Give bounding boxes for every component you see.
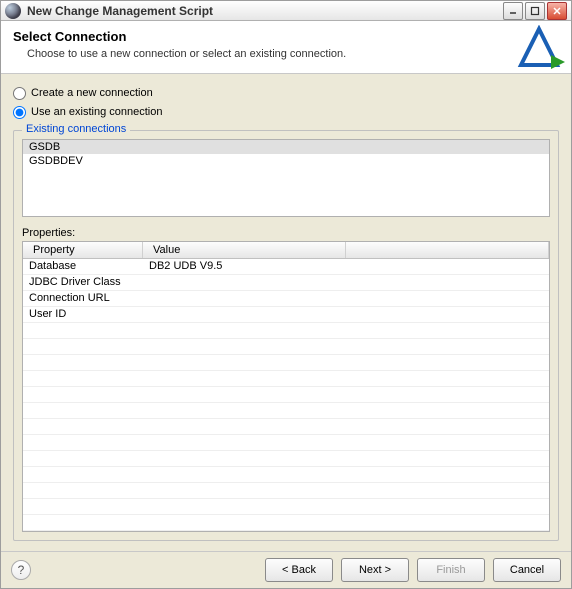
minimize-button[interactable]: [503, 2, 523, 20]
page-title: Select Connection: [13, 29, 346, 44]
radio-create-label: Create a new connection: [31, 87, 153, 99]
cell-property: Database: [23, 260, 143, 272]
table-row: [23, 451, 549, 467]
cell-property: Connection URL: [23, 292, 143, 304]
wizard-header: Select Connection Choose to use a new co…: [1, 21, 571, 74]
cell-value: DB2 UDB V9.5: [143, 260, 549, 272]
header-text: Select Connection Choose to use a new co…: [13, 29, 346, 60]
table-row: [23, 499, 549, 515]
table-header: Property Value: [23, 242, 549, 259]
properties-table: Property Value DatabaseDB2 UDB V9.5JDBC …: [22, 241, 550, 532]
list-item[interactable]: GSDB: [23, 140, 549, 154]
app-icon: [5, 3, 21, 19]
table-row: [23, 435, 549, 451]
connection-list[interactable]: GSDBGSDBDEV: [22, 139, 550, 217]
col-property[interactable]: Property: [23, 242, 143, 258]
existing-connections-group: Existing connections GSDBGSDBDEV Propert…: [13, 130, 559, 541]
titlebar: New Change Management Script: [1, 1, 571, 21]
maximize-button[interactable]: [525, 2, 545, 20]
table-row: [23, 371, 549, 387]
close-button[interactable]: [547, 2, 567, 20]
wizard-window: New Change Management Script Select Conn…: [0, 0, 572, 589]
wizard-footer: ? < Back Next > Finish Cancel: [1, 551, 571, 588]
table-body: DatabaseDB2 UDB V9.5JDBC Driver Class Con…: [23, 259, 549, 531]
table-row[interactable]: Connection URL: [23, 291, 549, 307]
radio-use-existing[interactable]: Use an existing connection: [13, 106, 559, 119]
radio-create-connection[interactable]: Create a new connection: [13, 87, 559, 100]
table-row: [23, 403, 549, 419]
col-value[interactable]: Value: [143, 242, 346, 258]
cell-property: User ID: [23, 308, 143, 320]
finish-button[interactable]: Finish: [417, 558, 485, 582]
table-row[interactable]: DatabaseDB2 UDB V9.5: [23, 259, 549, 275]
table-row: [23, 419, 549, 435]
page-subtitle: Choose to use a new connection or select…: [13, 48, 346, 60]
list-item[interactable]: GSDBDEV: [23, 154, 549, 168]
window-controls: [503, 2, 567, 20]
table-row: [23, 467, 549, 483]
radio-use-input[interactable]: [13, 106, 26, 119]
help-button[interactable]: ?: [11, 560, 31, 580]
properties-label: Properties:: [22, 227, 550, 239]
table-row: [23, 323, 549, 339]
table-row: [23, 515, 549, 531]
back-button[interactable]: < Back: [265, 558, 333, 582]
window-title: New Change Management Script: [27, 4, 503, 18]
wizard-body: Create a new connection Use an existing …: [1, 74, 571, 551]
table-row: [23, 483, 549, 499]
wizard-banner-icon: [517, 25, 565, 73]
group-title: Existing connections: [22, 123, 130, 135]
col-spacer: [346, 242, 549, 258]
radio-create-input[interactable]: [13, 87, 26, 100]
table-row: [23, 355, 549, 371]
cancel-button[interactable]: Cancel: [493, 558, 561, 582]
next-button[interactable]: Next >: [341, 558, 409, 582]
table-row[interactable]: User ID: [23, 307, 549, 323]
table-row[interactable]: JDBC Driver Class: [23, 275, 549, 291]
table-row: [23, 339, 549, 355]
cell-property: JDBC Driver Class: [23, 276, 143, 288]
radio-use-label: Use an existing connection: [31, 106, 162, 118]
table-row: [23, 387, 549, 403]
